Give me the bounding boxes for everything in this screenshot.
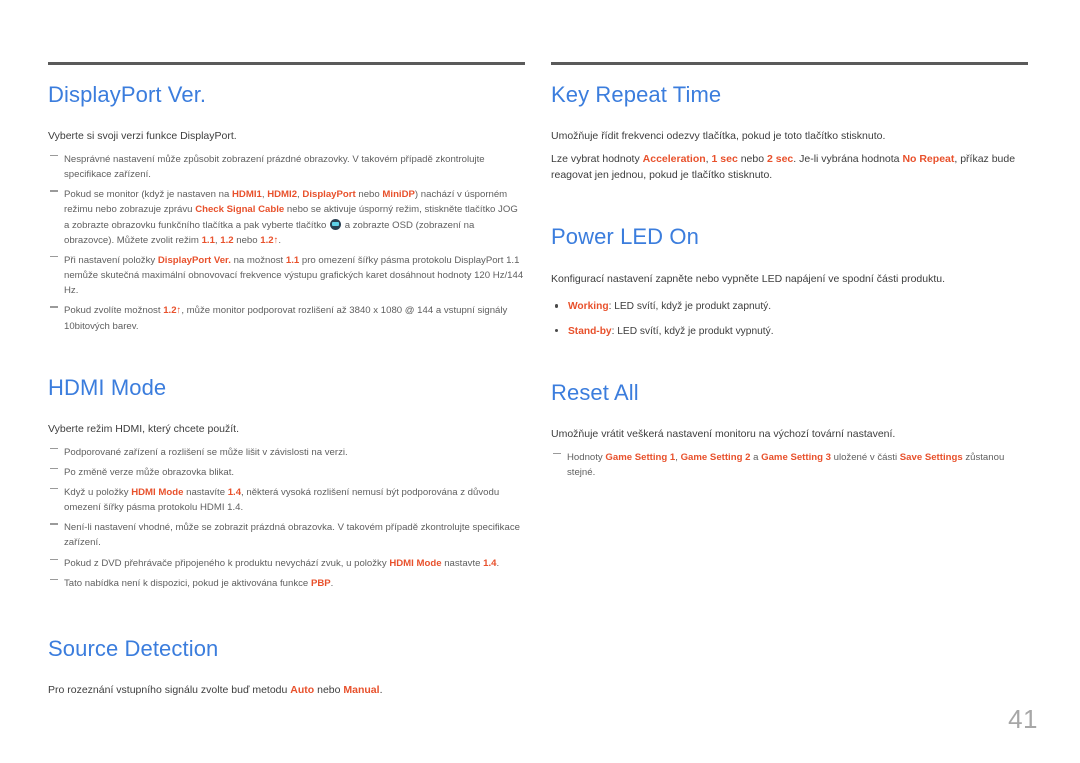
note-hdmi-6: Tato nabídka není k dispozici, pokud je … bbox=[48, 576, 525, 591]
lead-paragraph-key-repeat-time: Umožňuje řídit frekvenci odezvy tlačítka… bbox=[551, 130, 886, 143]
note-hdmi-3: Když u položky HDMI Mode nastavíte 1.4, … bbox=[48, 485, 525, 515]
note-dash-icon bbox=[50, 467, 58, 470]
highlighted-term: HDMI1 bbox=[231, 189, 262, 201]
note-dp-2: Pokud se monitor (když je nastaven na HD… bbox=[48, 187, 525, 248]
section-displayport-ver: DisplayPort Ver. Vyberte si svoji verzi … bbox=[48, 82, 525, 334]
note-dash-icon bbox=[50, 578, 58, 581]
page-title-key-repeat-time: Key Repeat Time bbox=[551, 82, 722, 107]
note-dp-4: Pokud zvolíte možnost 1.2↑, může monitor… bbox=[48, 303, 525, 333]
highlighted-term: 1.1 bbox=[201, 234, 215, 246]
note-dp-1: Nesprávné nastavení může způsobit zobraz… bbox=[48, 152, 525, 182]
lead-paragraph-hdmi-mode: Vyberte režim HDMI, který chcete použít. bbox=[48, 422, 240, 435]
note-reset-1: Hodnoty Game Setting 1, Game Setting 2 a… bbox=[551, 450, 1028, 480]
note-dash-icon bbox=[50, 447, 58, 449]
highlighted-term: 1.4 bbox=[227, 486, 242, 498]
note-dash-icon bbox=[50, 255, 58, 258]
note-dash-icon bbox=[50, 154, 58, 157]
section-source-detection: Source Detection Pro rozeznání vstupního… bbox=[48, 635, 525, 699]
highlighted-term: 2 sec bbox=[767, 152, 794, 165]
highlighted-term: Working bbox=[568, 301, 609, 313]
page-title-hdmi-mode: HDMI Mode bbox=[48, 374, 167, 400]
highlighted-term: HDMI Mode bbox=[389, 557, 442, 569]
highlighted-term: Save Settings bbox=[899, 451, 963, 463]
bullet-dot-icon bbox=[555, 304, 559, 308]
page-title-reset-all: Reset All bbox=[551, 379, 639, 405]
note-dash-icon bbox=[50, 190, 58, 192]
section-hdmi-mode: HDMI Mode Vyberte režim HDMI, který chce… bbox=[48, 374, 525, 591]
note-dp-3: Při nastavení položky DisplayPort Ver. n… bbox=[48, 253, 525, 298]
highlighted-term: 1.4 bbox=[483, 557, 497, 569]
column-top-rule bbox=[551, 62, 1028, 65]
page-title-power-led-on: Power LED On bbox=[551, 224, 699, 250]
note-dash-icon bbox=[553, 452, 561, 455]
list-item: Stand-by: LED svítí, když je produkt vyp… bbox=[551, 324, 1028, 339]
highlighted-term: PBP bbox=[310, 577, 331, 589]
highlighted-term: 1.2↑ bbox=[163, 305, 182, 317]
right-column: Key Repeat Time Umožňuje řídit frekvenci… bbox=[551, 62, 1028, 485]
highlighted-term: DisplayPort bbox=[302, 189, 356, 201]
column-top-rule bbox=[48, 62, 525, 65]
section-key-repeat-time: Key Repeat Time Umožňuje řídit frekvenci… bbox=[551, 82, 1028, 183]
lead-paragraph-source-detection: Pro rozeznání vstupního signálu zvolte b… bbox=[48, 684, 383, 697]
highlighted-term: Auto bbox=[290, 684, 315, 697]
note-hdmi-1: Podporované zařízení a rozlišení se může… bbox=[48, 445, 525, 460]
highlighted-term: Acceleration bbox=[642, 152, 706, 165]
highlighted-term: 1 sec bbox=[711, 152, 738, 165]
lead-paragraph-displayport-ver: Vyberte si svoji verzi funkce DisplayPor… bbox=[48, 130, 237, 143]
highlighted-term: Manual bbox=[343, 684, 380, 697]
manual-page: DisplayPort Ver. Vyberte si svoji verzi … bbox=[0, 0, 1080, 763]
page-title-displayport-ver: DisplayPort Ver. bbox=[48, 82, 207, 107]
highlighted-term: Game Setting 3 bbox=[761, 451, 831, 463]
page-title-source-detection: Source Detection bbox=[48, 635, 219, 661]
highlighted-term: 1.1 bbox=[285, 254, 300, 266]
highlighted-term: Check Signal Cable bbox=[195, 204, 285, 216]
highlighted-term: 1.2↑ bbox=[260, 234, 279, 246]
list-item: Working: LED svítí, když je produkt zapn… bbox=[551, 299, 1028, 314]
note-dash-icon bbox=[50, 558, 58, 560]
bullet-dot-icon bbox=[555, 328, 559, 333]
highlighted-term: HDMI2 bbox=[267, 189, 298, 201]
highlighted-term: DisplayPort Ver. bbox=[157, 254, 231, 266]
highlighted-term: Stand-by bbox=[568, 325, 612, 337]
note-dash-icon bbox=[50, 487, 58, 490]
highlighted-term: Game Setting 2 bbox=[680, 451, 751, 463]
note-hdmi-4: Není-li nastavení vhodné, může se zobraz… bbox=[48, 520, 525, 550]
lead-paragraph-reset-all: Umožňuje vrátit veškerá nastavení monito… bbox=[551, 428, 896, 441]
section-power-led-on: Power LED On Konfigurací nastavení zapně… bbox=[551, 225, 1028, 339]
highlighted-term: 1.2 bbox=[220, 234, 234, 246]
page-number: 41 bbox=[1008, 704, 1038, 734]
note-dash-icon bbox=[50, 306, 58, 308]
highlighted-term: Game Setting 1 bbox=[605, 451, 676, 463]
note-hdmi-5: Pokud z DVD přehrávače připojeného k pro… bbox=[48, 556, 525, 571]
lead-paragraph-key-repeat-values: Lze vybrat hodnoty Acceleration, 1 sec n… bbox=[551, 152, 1016, 181]
section-reset-all: Reset All Umožňuje vrátit veškerá nastav… bbox=[551, 379, 1028, 480]
left-column: DisplayPort Ver. Vyberte si svoji verzi … bbox=[48, 62, 525, 706]
note-hdmi-2: Po změně verze může obrazovka blikat. bbox=[48, 465, 525, 480]
lead-paragraph-power-led-on: Konfigurací nastavení zapněte nebo vypně… bbox=[551, 272, 946, 285]
highlighted-term: No Repeat bbox=[902, 152, 955, 165]
highlighted-term: HDMI Mode bbox=[131, 486, 184, 498]
jog-button-icon bbox=[330, 218, 342, 230]
highlighted-term: MiniDP bbox=[382, 189, 415, 201]
note-dash-icon bbox=[50, 523, 58, 525]
